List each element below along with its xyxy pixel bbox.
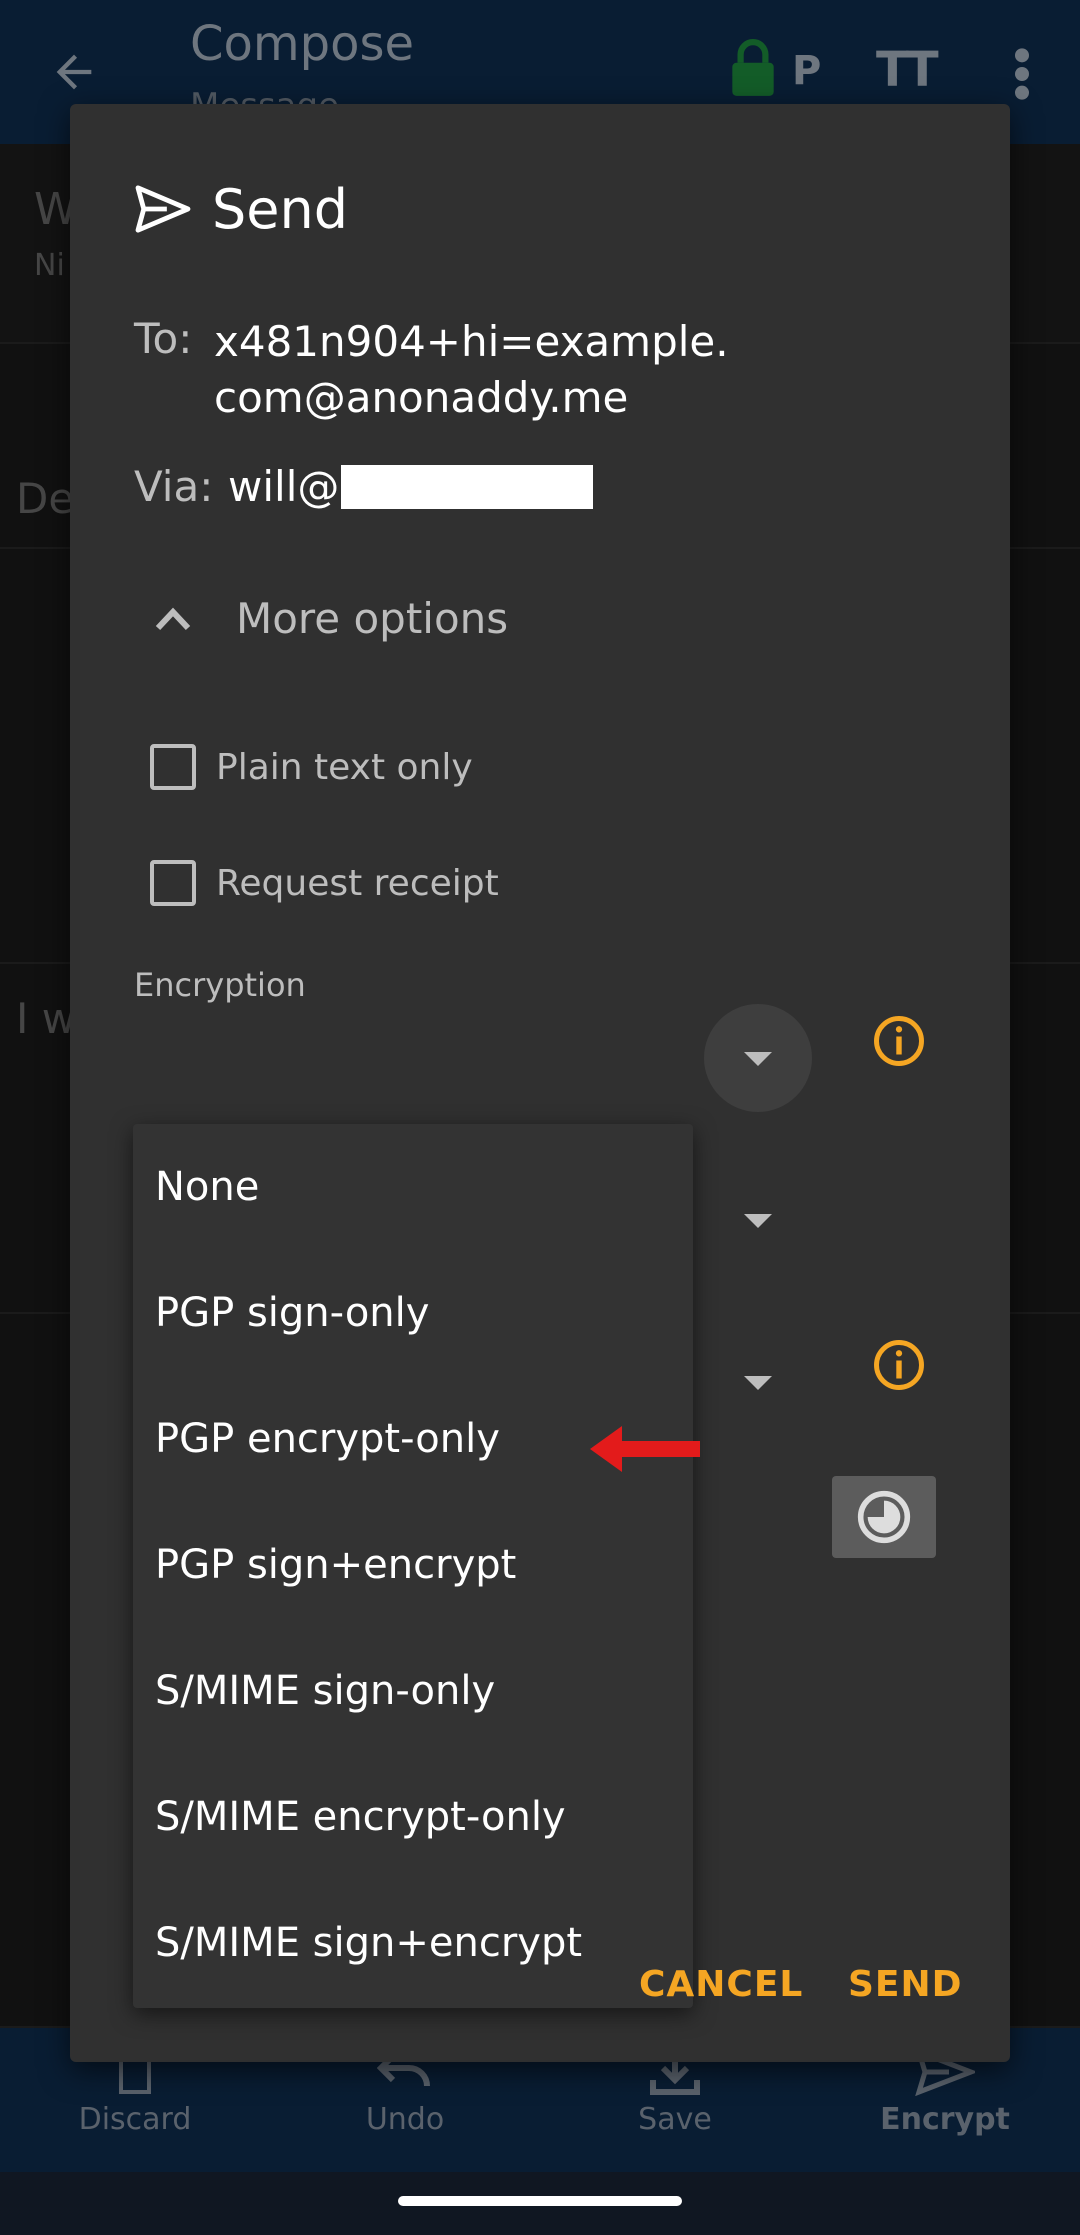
send-icon — [135, 185, 191, 233]
info-icon-2[interactable] — [872, 1338, 926, 1392]
option-smime-sign-encrypt[interactable]: S/MIME sign+encrypt — [133, 1880, 693, 2006]
second-dropdown-arrow-icon[interactable] — [744, 1214, 772, 1228]
to-label: To: — [134, 314, 193, 363]
send-button[interactable]: SEND — [848, 1964, 963, 2005]
home-gesture-pill[interactable] — [398, 2196, 682, 2206]
dialog-title: Send — [212, 177, 349, 241]
encryption-options-list: None PGP sign-only PGP encrypt-only PGP … — [133, 1124, 693, 2008]
third-dropdown-arrow-icon[interactable] — [744, 1376, 772, 1390]
chevron-up-icon — [155, 607, 191, 630]
info-icon[interactable] — [872, 1014, 926, 1068]
request-receipt-label: Request receipt — [216, 862, 499, 904]
option-pgp-sign-only[interactable]: PGP sign-only — [133, 1250, 693, 1376]
option-none[interactable]: None — [133, 1124, 693, 1250]
redaction-box — [341, 464, 594, 509]
encryption-dropdown-arrow-icon[interactable] — [744, 1052, 772, 1066]
plain-text-label: Plain text only — [216, 746, 473, 788]
encryption-label: Encryption — [134, 966, 306, 1004]
to-address: x481n904+hi=example.com@anonaddy.me — [214, 317, 729, 422]
request-receipt-checkbox-row[interactable]: Request receipt — [150, 860, 499, 906]
via-row: Via: will@ — [134, 462, 594, 511]
more-options-label: More options — [236, 594, 509, 643]
red-pointer-arrow-icon — [590, 1426, 700, 1472]
option-smime-encrypt-only[interactable]: S/MIME encrypt-only — [133, 1754, 693, 1880]
dialog-title-row: Send — [134, 174, 348, 244]
option-smime-sign-only[interactable]: S/MIME sign-only — [133, 1628, 693, 1754]
send-dialog: Send To: x481n904+hi=example.com@anonadd… — [70, 104, 1010, 2062]
via-label: Via: — [134, 462, 214, 511]
request-receipt-checkbox[interactable] — [150, 860, 196, 906]
via-address: will@ — [228, 462, 340, 511]
plain-text-checkbox-row[interactable]: Plain text only — [150, 744, 473, 790]
cancel-button[interactable]: CANCEL — [639, 1964, 803, 2005]
schedule-button[interactable] — [832, 1476, 936, 1558]
to-row: To: x481n904+hi=example.com@anonaddy.me — [134, 314, 734, 426]
clock-icon — [857, 1490, 911, 1544]
more-options-toggle[interactable]: More options — [154, 594, 508, 643]
plain-text-checkbox[interactable] — [150, 744, 196, 790]
option-pgp-sign-encrypt[interactable]: PGP sign+encrypt — [133, 1502, 693, 1628]
